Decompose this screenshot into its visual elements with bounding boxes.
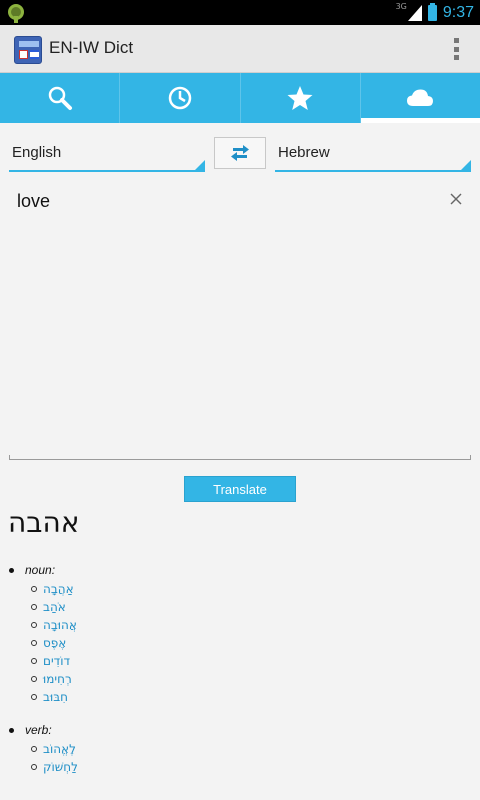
tab-bar: [0, 73, 480, 123]
network-type: 3G: [395, 2, 407, 11]
overflow-menu-icon[interactable]: [452, 38, 460, 60]
list-item[interactable]: לַחְשׁוֹק: [31, 758, 78, 776]
list-item[interactable]: אֶפֶס: [31, 634, 77, 652]
target-language-spinner[interactable]: Hebrew: [275, 138, 471, 172]
list-item[interactable]: אֹהַב: [31, 598, 77, 616]
verb-translations-list: לֶאֱהוֹב לַחְשׁוֹק: [31, 740, 78, 776]
part-of-speech-verb: verb:: [9, 723, 52, 737]
clock: 9:37: [442, 3, 474, 21]
app-icon[interactable]: [14, 36, 42, 64]
android-icon: [8, 4, 24, 23]
input-field[interactable]: love: [17, 191, 50, 212]
bullet-icon: [9, 568, 14, 574]
circle-bullet-icon: [31, 694, 37, 700]
list-item[interactable]: אֲהוּבָה: [31, 616, 77, 634]
battery-icon: [427, 2, 437, 21]
list-item[interactable]: לֶאֱהוֹב: [31, 740, 78, 758]
translate-button[interactable]: Translate: [184, 476, 296, 502]
dropdown-triangle-icon: [195, 160, 205, 170]
circle-bullet-icon: [31, 658, 37, 664]
tab-online[interactable]: [360, 73, 480, 123]
circle-bullet-icon: [31, 746, 37, 752]
result-word: אהבה: [8, 506, 80, 539]
list-item[interactable]: רְחִימוּ: [31, 670, 77, 688]
list-item[interactable]: אַהֲבָה: [31, 580, 77, 598]
part-of-speech-noun: noun:: [9, 563, 55, 577]
source-language-label: English: [12, 144, 62, 161]
search-icon: [48, 86, 72, 110]
circle-bullet-icon: [31, 622, 37, 628]
circle-bullet-icon: [31, 640, 37, 646]
history-icon: [168, 86, 192, 110]
cloud-icon: [407, 89, 434, 106]
circle-bullet-icon: [31, 676, 37, 682]
app-title: EN-IW Dict: [49, 38, 134, 57]
swap-languages-button[interactable]: [214, 137, 266, 169]
target-language-label: Hebrew: [278, 144, 330, 161]
signal-icon: [407, 4, 422, 21]
source-language-spinner[interactable]: English: [9, 138, 205, 172]
tab-history[interactable]: [120, 73, 241, 123]
star-icon: [287, 86, 313, 110]
input-underline: [9, 455, 471, 460]
bullet-icon: [9, 728, 14, 734]
circle-bullet-icon: [31, 586, 37, 592]
tab-search[interactable]: [0, 73, 121, 123]
close-icon[interactable]: [447, 190, 465, 208]
tab-favorites[interactable]: [241, 73, 361, 123]
status-bar: 3G 9:37: [0, 0, 480, 25]
circle-bullet-icon: [31, 764, 37, 770]
list-item[interactable]: חִבּוּב: [31, 688, 77, 706]
action-bar: EN-IW Dict: [0, 25, 480, 73]
noun-translations-list: אַהֲבָה אֹהַב אֲהוּבָה אֶפֶס דוֹדִים רְח…: [31, 580, 77, 706]
dropdown-triangle-icon: [461, 160, 471, 170]
swap-icon: [231, 145, 249, 161]
list-item[interactable]: דוֹדִים: [31, 652, 77, 670]
circle-bullet-icon: [31, 604, 37, 610]
